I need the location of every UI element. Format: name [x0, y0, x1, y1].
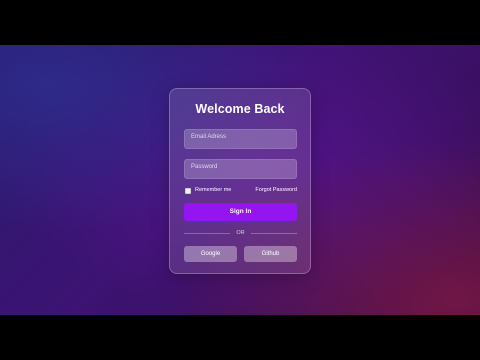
- divider-line-right: [251, 233, 297, 234]
- login-card: Welcome Back Email Adress Password Remem…: [169, 88, 311, 274]
- google-button[interactable]: Google: [184, 246, 237, 262]
- remember-label[interactable]: Remember me: [195, 187, 231, 194]
- email-field[interactable]: Email Adress: [184, 129, 297, 149]
- options-row: Remember me Forgot Password: [184, 187, 297, 195]
- sign-in-button[interactable]: Sign In: [184, 203, 297, 221]
- forgot-password-link[interactable]: Forgot Password: [255, 187, 297, 194]
- github-button[interactable]: Github: [244, 246, 297, 262]
- remember-checkbox[interactable]: [185, 188, 191, 194]
- password-field[interactable]: Password: [184, 159, 297, 179]
- or-divider: OR: [184, 229, 297, 237]
- page-title: Welcome Back: [195, 102, 285, 116]
- gradient-background: Welcome Back Email Adress Password Remem…: [0, 45, 480, 315]
- video-frame: Welcome Back Email Adress Password Remem…: [0, 0, 480, 360]
